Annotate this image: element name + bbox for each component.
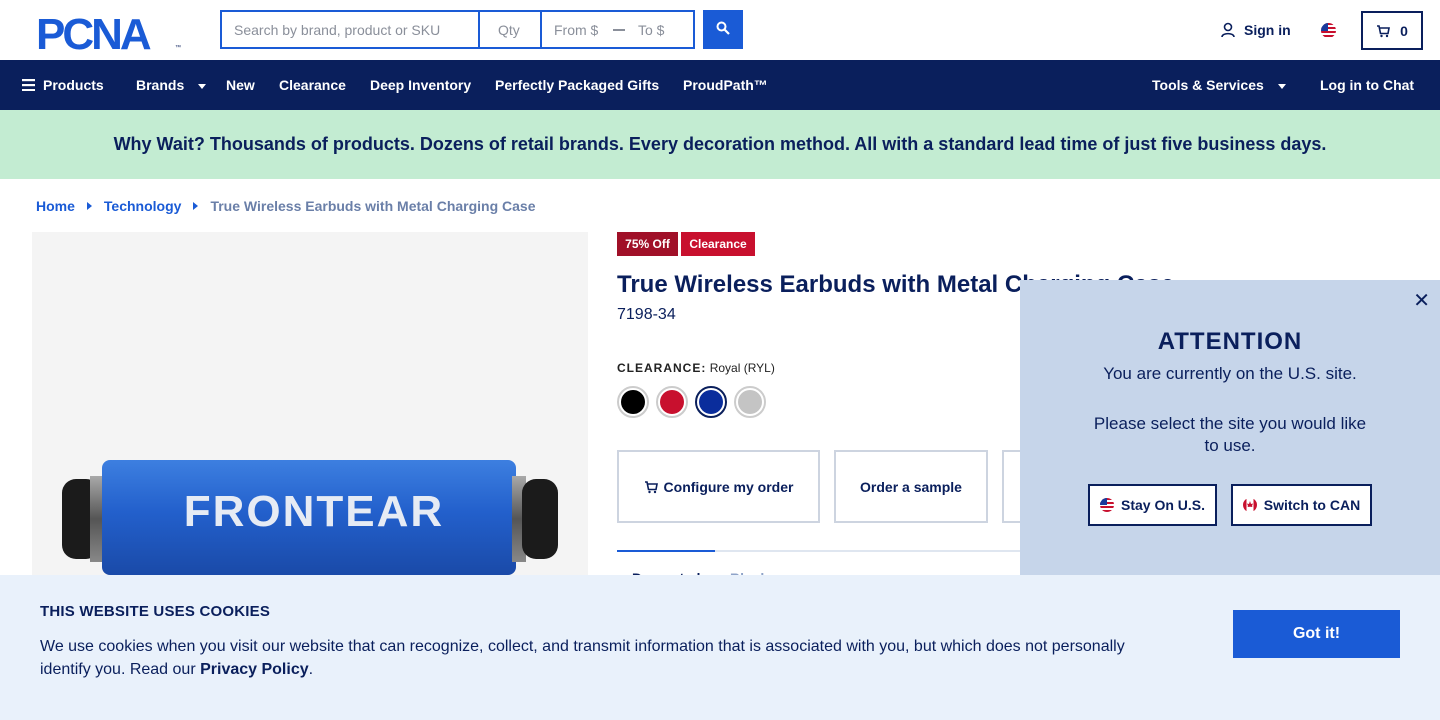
privacy-policy-link[interactable]: Privacy Policy <box>200 661 309 678</box>
cart-button[interactable]: 0 <box>1361 11 1423 50</box>
order-sample-button[interactable]: Order a sample <box>834 450 988 523</box>
price-from-input[interactable] <box>542 12 612 47</box>
order-sample-label: Order a sample <box>860 478 962 495</box>
canada-flag-icon <box>1242 498 1257 512</box>
switch-can-button[interactable]: Switch to CAN <box>1231 484 1372 526</box>
sign-in-link[interactable]: Sign in <box>1220 22 1291 38</box>
swatch-dot <box>738 390 762 414</box>
swatch-silver[interactable] <box>734 386 766 418</box>
nav-proudpath[interactable]: ProudPath™ <box>683 77 768 93</box>
configure-order-label: Configure my order <box>663 478 794 495</box>
product-image[interactable]: FRONTEAR <box>32 232 588 575</box>
swatch-black[interactable] <box>617 386 649 418</box>
us-flag-icon[interactable] <box>1321 23 1336 38</box>
discount-badge: 75% Off <box>617 232 678 256</box>
clearance-label: CLEARANCE: <box>617 361 707 375</box>
price-range <box>540 10 695 49</box>
nav-gifts[interactable]: Perfectly Packaged Gifts <box>495 77 659 93</box>
stay-us-label: Stay On U.S. <box>1120 497 1206 513</box>
nav-products-label: Products <box>43 77 104 93</box>
product-sku: 7198-34 <box>617 306 676 323</box>
promo-banner: Why Wait? Thousands of products. Dozens … <box>0 110 1440 179</box>
earbuds-case-image: FRONTEAR <box>62 460 558 575</box>
swatch-royal[interactable] <box>695 386 727 418</box>
popup-title: ATTENTION <box>1157 328 1303 355</box>
swatch-dot <box>660 390 684 414</box>
product-brand-imprint: FRONTEAR <box>184 487 444 536</box>
search-icon <box>716 21 730 35</box>
swatch-dot <box>621 390 645 414</box>
product-tabs: Decorated Blank <box>617 550 1037 586</box>
us-flag-icon <box>1099 498 1114 512</box>
nav-gifts-label: Perfectly Packaged Gifts <box>495 77 660 93</box>
qty-input[interactable] <box>478 10 540 49</box>
cookie-text: We use cookies when you visit our websit… <box>40 635 1150 681</box>
close-icon[interactable]: ✕ <box>1413 288 1430 313</box>
search-button[interactable] <box>703 10 743 49</box>
nav-products[interactable]: Products <box>22 77 104 93</box>
active-tab-indicator <box>617 550 715 552</box>
cookie-title: THIS WEBSITE USES COOKIES <box>40 603 271 620</box>
cart-icon <box>644 480 658 493</box>
breadcrumb-home[interactable]: Home <box>36 198 75 214</box>
breadcrumb-current: True Wireless Earbuds with Metal Chargin… <box>210 198 536 214</box>
nav-brands-label: Brands <box>136 77 185 93</box>
clearance-color-label: CLEARANCE: Royal (RYL) <box>617 361 775 375</box>
breadcrumb-technology[interactable]: Technology <box>104 198 182 214</box>
sign-in-label: Sign in <box>1244 22 1291 38</box>
popup-current-site: You are currently on the U.S. site. <box>1103 364 1357 383</box>
breadcrumb-arrow-icon <box>193 202 199 210</box>
main-nav: Products Brands New Clearance Deep Inven… <box>0 60 1440 110</box>
chevron-down-icon <box>1277 83 1286 89</box>
nav-deep-inventory-label: Deep Inventory <box>370 77 472 93</box>
nav-chat-label: Log in to Chat <box>1320 77 1415 93</box>
pcna-logo[interactable]: PCNA ™ <box>36 12 184 52</box>
hamburger-icon <box>22 79 35 91</box>
trademark-mark: ™ <box>175 44 181 51</box>
clearance-color-value: Royal (RYL) <box>709 361 775 375</box>
nav-proudpath-label: ProudPath™ <box>683 77 768 93</box>
nav-tools-label: Tools & Services <box>1152 77 1264 93</box>
nav-clearance-label: Clearance <box>279 77 346 93</box>
cookie-period: . <box>308 661 314 678</box>
chevron-down-icon <box>198 83 207 89</box>
swatch-dot <box>699 390 723 414</box>
got-it-button[interactable]: Got it! <box>1233 610 1400 658</box>
user-icon <box>1221 22 1235 38</box>
cart-count: 0 <box>1400 22 1408 39</box>
clearance-badge: Clearance <box>681 232 755 256</box>
price-to-input[interactable] <box>626 12 692 47</box>
cookie-banner: THIS WEBSITE USES COOKIES We use cookies… <box>0 575 1440 720</box>
search-input[interactable] <box>220 10 478 49</box>
stay-us-button[interactable]: Stay On U.S. <box>1088 484 1217 526</box>
popup-instruction: Please select the site you would like to… <box>1093 414 1367 455</box>
breadcrumb-arrow-icon <box>86 202 92 210</box>
promo-banner-text: Why Wait? Thousands of products. Dozens … <box>113 134 1327 154</box>
nav-clearance[interactable]: Clearance <box>279 77 346 93</box>
logo-text: PCNA <box>36 12 151 52</box>
swatch-red[interactable] <box>656 386 688 418</box>
nav-tools-services[interactable]: Tools & Services <box>1152 77 1286 93</box>
range-dash <box>613 29 625 31</box>
top-header: PCNA ™ Sign in <box>0 0 1440 60</box>
configure-order-button[interactable]: Configure my order <box>617 450 820 523</box>
nav-new[interactable]: New <box>226 77 255 93</box>
switch-can-label: Switch to CAN <box>1263 497 1361 513</box>
nav-brands[interactable]: Brands <box>136 77 207 93</box>
nav-new-label: New <box>226 77 255 93</box>
nav-deep-inventory[interactable]: Deep Inventory <box>370 77 471 93</box>
cart-icon <box>1377 24 1391 37</box>
breadcrumb: Home Technology True Wireless Earbuds wi… <box>36 198 536 214</box>
nav-login-chat[interactable]: Log in to Chat <box>1320 77 1414 93</box>
site-selection-popup: ✕ ATTENTION You are currently on the U.S… <box>1020 280 1440 575</box>
